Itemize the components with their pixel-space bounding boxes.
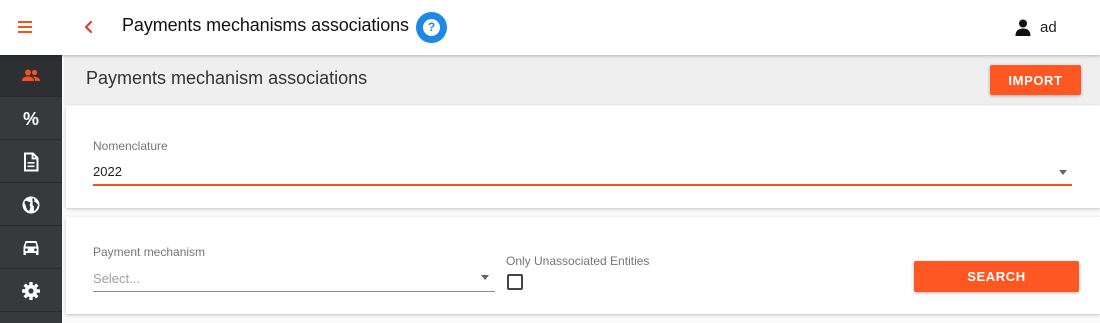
section-title: Payments mechanism associations — [86, 68, 368, 88]
section-header: Payments mechanism associations IMPORT — [64, 55, 1100, 105]
nomenclature-select[interactable]: 2022 — [93, 158, 1072, 186]
dropdown-caret-icon — [1059, 170, 1067, 175]
payment-mechanism-placeholder: Select... — [93, 271, 140, 286]
dropdown-caret-icon — [481, 275, 489, 280]
search-button[interactable]: SEARCH — [914, 261, 1079, 292]
gear-icon — [22, 282, 40, 300]
user-name: ad — [1040, 19, 1057, 36]
percent-icon: % — [22, 109, 39, 129]
chevron-left-icon — [84, 20, 93, 34]
payment-mechanism-select[interactable]: Select... — [93, 265, 495, 293]
nomenclature-card: Nomenclature 2022 — [66, 106, 1100, 208]
only-unassociated-checkbox[interactable] — [507, 274, 523, 290]
nomenclature-underline — [93, 184, 1072, 186]
user-icon — [1015, 19, 1031, 36]
globe-icon — [22, 196, 40, 214]
nomenclature-label: Nomenclature — [93, 139, 168, 153]
filters-card: Payment mechanism Select... Only Unassoc… — [66, 217, 1100, 314]
payment-mechanism-label: Payment mechanism — [93, 245, 206, 259]
only-unassociated-label: Only Unassociated Entities — [506, 254, 650, 268]
back-button[interactable] — [80, 16, 98, 38]
sidebar-item-globe[interactable] — [0, 184, 62, 226]
top-bar: Payments mechanisms associations ? ad — [0, 0, 1100, 55]
people-icon — [22, 69, 40, 81]
sidebar-item-vehicles[interactable] — [0, 227, 62, 269]
sidebar-item-percent[interactable]: % — [0, 98, 62, 140]
help-button[interactable]: ? — [416, 12, 447, 43]
sidebar-item-people[interactable] — [0, 55, 62, 97]
hamburger-menu-icon[interactable] — [15, 17, 35, 37]
page-title: Payments mechanisms associations — [122, 15, 409, 35]
payment-mechanism-underline — [93, 291, 495, 292]
car-icon — [23, 241, 39, 255]
nomenclature-value: 2022 — [93, 164, 122, 179]
import-button[interactable]: IMPORT — [990, 65, 1081, 95]
document-icon — [24, 152, 39, 172]
sidebar-item-settings[interactable] — [0, 270, 62, 312]
help-icon: ? — [423, 19, 440, 36]
sidebar: % — [0, 55, 62, 323]
sidebar-item-documents[interactable] — [0, 141, 62, 183]
